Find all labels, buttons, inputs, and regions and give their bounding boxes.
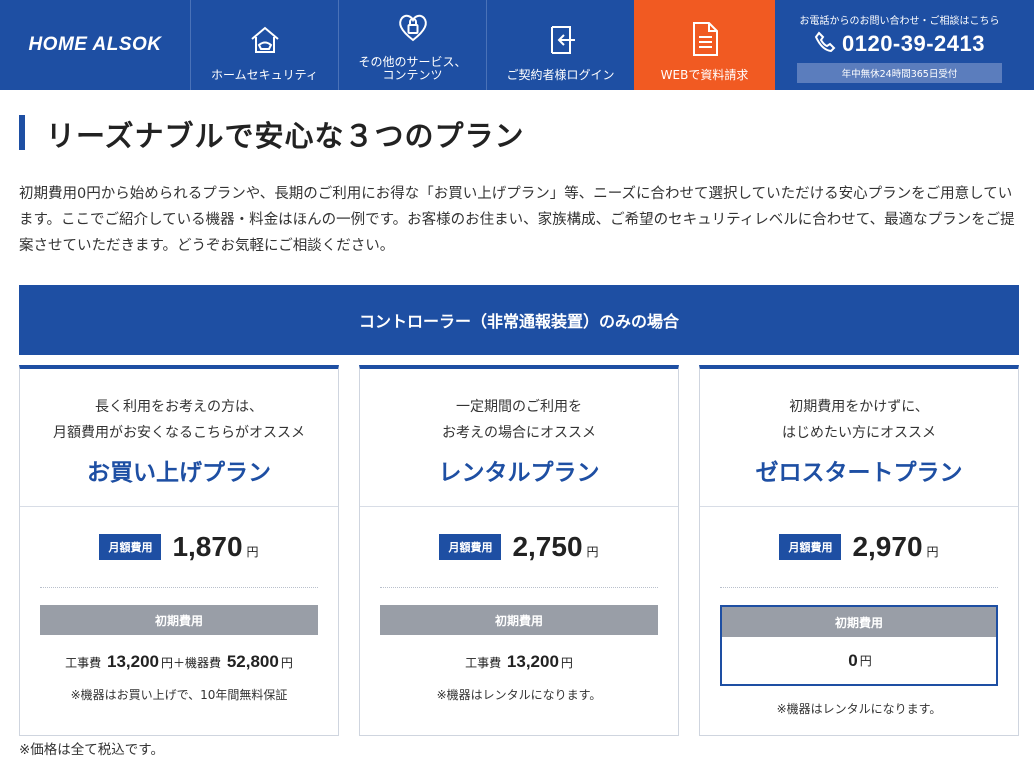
nav-other-services[interactable]: その他のサービス、 コンテンツ — [338, 0, 486, 90]
initial-cost-body: 0円 — [722, 637, 996, 684]
monthly-price-row: 月額費用 1,870 円 — [20, 507, 338, 587]
plan-name: レンタルプラン — [438, 460, 600, 486]
fee-unit: 円 — [560, 656, 573, 670]
plan-note: ※機器はお買い上げで、10年間無料保証 — [70, 688, 288, 702]
divider — [380, 587, 658, 588]
initial-cost-header: 初期費用 — [722, 607, 996, 637]
logo-text: HOME ALSOK — [28, 34, 162, 55]
fee-unit: 円＋ — [160, 656, 185, 670]
title-accent-bar — [19, 115, 25, 150]
house-icon — [248, 23, 282, 61]
fee-label: 工事費 — [65, 656, 102, 670]
fee-unit: 円 — [280, 656, 293, 670]
section-band-title: コントローラー（非常通報装置）のみの場合 — [358, 312, 679, 331]
fee-value: 13,200 — [506, 652, 559, 671]
nav-member-login[interactable]: ご契約者様ログイン — [486, 0, 634, 90]
fee-label: 機器費 — [185, 656, 222, 670]
nav-home-security[interactable]: ホームセキュリティ — [190, 0, 338, 90]
monthly-fee-badge: 月額費用 — [99, 534, 162, 560]
monthly-price: 2,970 — [852, 531, 923, 562]
initial-cost-box: 初期費用 工事費 13,200 円＋機器費 52,800 円 — [40, 605, 318, 672]
monthly-price: 1,870 — [172, 531, 243, 562]
plan-name: ゼロスタートプラン — [755, 460, 963, 486]
nav-label: WEBで資料請求 — [660, 68, 749, 82]
monthly-price: 2,750 — [512, 531, 583, 562]
initial-cost-body: 工事費 13,200 円 — [380, 635, 658, 672]
monthly-price-row: 月額費用 2,750 円 — [360, 507, 678, 587]
plan-card-header: 初期費用をかけずに、 はじめたい方にオススメ ゼロスタートプラン — [700, 369, 1018, 507]
contact-note: お電話からのお問い合わせ・ご相談はこちら — [799, 16, 1000, 27]
fee-value: 13,200 — [106, 652, 159, 671]
nav-label: ご契約者様ログイン — [506, 68, 615, 82]
section-band: コントローラー（非常通報装置）のみの場合 — [19, 285, 1019, 355]
plan-card-header: 長く利用をお考えの方は、 月額費用がお安くなるこちらがオススメ お買い上げプラン — [20, 369, 338, 507]
monthly-price-row: 月額費用 2,970 円 — [700, 507, 1018, 587]
initial-cost-box: 初期費用 工事費 13,200 円 — [380, 605, 658, 672]
tax-footnote: ※価格は全て税込です。 — [19, 742, 164, 758]
plan-card-rental: 一定期間のご利用を お考えの場合にオススメ レンタルプラン 月額費用 2,750… — [359, 365, 679, 736]
web-brochure-request-button[interactable]: WEBで資料請求 — [634, 0, 775, 90]
divider — [40, 587, 318, 588]
contact-block: お電話からのお問い合わせ・ご相談はこちら 0120-39-2413 年中無休24… — [775, 0, 1024, 90]
plan-card-header: 一定期間のご利用を お考えの場合にオススメ レンタルプラン — [360, 369, 678, 507]
price-unit: 円 — [246, 544, 259, 559]
plan-name: お買い上げプラン — [87, 460, 271, 486]
alsok-logo[interactable]: HOME ALSOK — [0, 0, 190, 90]
phone-row[interactable]: 0120-39-2413 — [814, 31, 985, 57]
heart-lock-icon — [396, 10, 430, 48]
initial-cost-box: 初期費用 0円 — [720, 605, 998, 686]
initial-cost-header: 初期費用 — [40, 605, 318, 635]
phone-icon — [814, 31, 836, 57]
intro-text: 初期費用0円から始められるプランや、長期のご利用にお得な「お買い上げプラン」等、… — [19, 186, 1015, 254]
site-header: HOME ALSOK ホームセキュリティ その他のサービス、 コンテンツ ご契約… — [0, 0, 1034, 90]
page-title: リーズナブルで安心な３つのプラン — [46, 119, 525, 153]
nav-label: ホームセキュリティ — [211, 68, 318, 82]
fee-value: 52,800 — [226, 652, 279, 671]
plan-card-purchase: 長く利用をお考えの方は、 月額費用がお安くなるこちらがオススメ お買い上げプラン… — [19, 365, 339, 736]
price-unit: 円 — [926, 544, 939, 559]
plan-tagline: 一定期間のご利用を お考えの場合にオススメ — [442, 399, 596, 441]
initial-cost-header: 初期費用 — [380, 605, 658, 635]
nav-label: その他のサービス、 コンテンツ — [358, 55, 467, 82]
plan-card-zero-start: 初期費用をかけずに、 はじめたい方にオススメ ゼロスタートプラン 月額費用 2,… — [699, 365, 1019, 736]
phone-number[interactable]: 0120-39-2413 — [842, 31, 985, 57]
hours-badge: 年中無休24時間365日受付 — [797, 63, 1002, 83]
divider — [720, 587, 998, 588]
monthly-fee-badge: 月額費用 — [439, 534, 502, 560]
login-door-icon — [544, 23, 578, 61]
initial-cost-body: 工事費 13,200 円＋機器費 52,800 円 — [40, 635, 318, 672]
fee-unit: 円 — [859, 654, 872, 668]
plan-tagline: 長く利用をお考えの方は、 月額費用がお安くなるこちらがオススメ — [53, 399, 305, 441]
document-icon — [690, 21, 720, 61]
plan-tagline: 初期費用をかけずに、 はじめたい方にオススメ — [782, 399, 936, 441]
plan-note: ※機器はレンタルになります。 — [776, 702, 942, 716]
fee-label: 工事費 — [465, 656, 502, 670]
plan-note: ※機器はレンタルになります。 — [436, 688, 602, 702]
fee-value: 0 — [848, 650, 858, 670]
price-unit: 円 — [586, 544, 599, 559]
monthly-fee-badge: 月額費用 — [779, 534, 842, 560]
